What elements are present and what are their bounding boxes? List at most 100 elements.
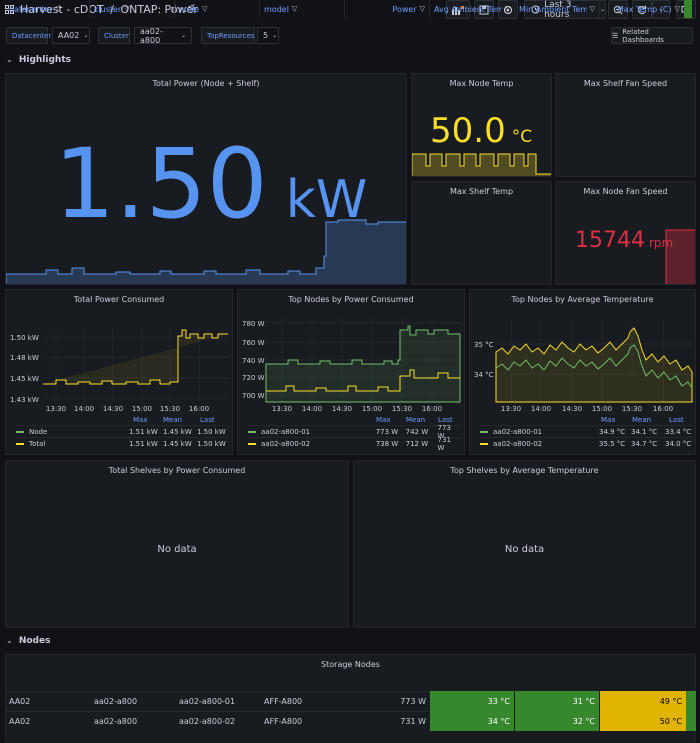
graph-top-nodes-temp: 35 °C 34 °C 13:30 14:00 14:30 15:00 15:3…	[474, 320, 693, 413]
column-header-max-temp[interactable]: Max Temp (C) ▽	[600, 0, 696, 18]
legend-header-last[interactable]: Last	[669, 416, 684, 424]
y-tick: 34 °C	[474, 371, 494, 379]
panel-max-shelf-fan-speed[interactable]: Max Shelf Fan Speed	[555, 73, 696, 177]
legend-header-last[interactable]: Last	[200, 416, 215, 424]
panel-top-nodes-temp[interactable]: Top Nodes by Average Temperature 35 °C 3…	[469, 289, 696, 455]
legend-row[interactable]: Node 1.51 kW 1.45 kW 1.50 kW	[16, 425, 228, 437]
legend-max: 738 W	[375, 439, 399, 448]
row-title: Highlights	[18, 55, 71, 65]
row-header-nodes[interactable]: ⌄ Nodes	[6, 636, 50, 646]
menu-icon: ☰	[612, 31, 619, 40]
y-tick: 35 °C	[474, 341, 494, 349]
variable-select-datacenter[interactable]: AA02 ⌄	[52, 27, 90, 44]
legend-mean: 34.1 °C	[631, 427, 658, 436]
row-header-highlights[interactable]: ⌄ Highlights	[6, 55, 71, 65]
x-tick: 15:00	[592, 405, 612, 413]
column-header-model[interactable]: model ▽	[260, 0, 345, 18]
panel-max-node-fan-speed[interactable]: Max Node Fan Speed 15744 rpm	[555, 181, 696, 285]
column-label: Max Temp (C)	[616, 4, 672, 14]
column-label: Min Ambient Temp	[519, 4, 587, 14]
legend-header-mean[interactable]: Mean	[632, 416, 651, 424]
column-label: Power	[392, 4, 417, 14]
cell-model: AFF-A800	[264, 696, 303, 706]
x-tick: 14:00	[531, 405, 551, 413]
related-dashboards-button[interactable]: ☰ Related Dashboards	[611, 27, 693, 44]
cell-model: AFF-A800	[264, 716, 303, 726]
column-header-cluster[interactable]: cluster ▽	[90, 0, 175, 18]
legend-header-mean[interactable]: Mean	[406, 416, 425, 424]
y-tick: 740 W	[242, 357, 265, 365]
x-tick: 14:00	[74, 405, 94, 413]
panel-top-nodes-power[interactable]: Top Nodes by Power Consumed 780 W 760 W …	[237, 289, 465, 455]
panel-title: Storage Nodes	[321, 660, 380, 669]
legend-header-max[interactable]: Max	[376, 416, 390, 424]
x-tick: 14:30	[332, 405, 352, 413]
filter-icon[interactable]: ▽	[590, 5, 595, 13]
panel-shelves-power[interactable]: Total Shelves by Power Consumed No data	[5, 460, 349, 628]
legend-swatch	[480, 430, 488, 433]
column-header-min-ambient-temp[interactable]: Min Ambient Temp ▽	[515, 0, 600, 18]
legend-last: 731 W	[437, 435, 451, 452]
variable-select-topresources[interactable]: 5 ⌄	[257, 27, 279, 44]
cell-node: aa02-a800-02	[179, 716, 236, 726]
legend-table: Max Mean Last aa02-a800-01 773 W 742 W 7…	[248, 416, 460, 452]
cell-min-ambient-temp: 32 °C	[515, 711, 599, 731]
legend-row[interactable]: aa02-a800-02 35.5 °C 34.7 °C 34.0 °C	[480, 437, 692, 449]
legend-row[interactable]: aa02-a800-01 773 W 742 W 773 W	[248, 424, 460, 440]
cell-cluster: aa02-a800	[94, 716, 138, 726]
filter-icon[interactable]: ▽	[420, 5, 425, 13]
variable-value: 5	[263, 31, 269, 40]
legend-max: 35.5 °C	[599, 439, 626, 448]
legend-row[interactable]: aa02-a800-01 34.9 °C 34.1 °C 33.4 °C	[480, 425, 692, 437]
panel-total-power-consumed[interactable]: Total Power Consumed 1.50 kW 1.48 kW 1.4…	[5, 289, 233, 455]
legend-row[interactable]: Total 1.51 kW 1.45 kW 1.50 kW	[16, 437, 228, 449]
legend-swatch	[16, 442, 24, 445]
cell-datacenter: AA02	[9, 716, 31, 726]
legend-table: Max Mean Last aa02-a800-01 34.9 °C 34.1 …	[480, 416, 692, 452]
panel-total-power[interactable]: Total Power (Node + Shelf) 1.50 kW	[5, 73, 407, 285]
legend-header-max[interactable]: Max	[601, 416, 615, 424]
x-tick: 14:00	[302, 405, 322, 413]
legend-row[interactable]: aa02-a800-02 738 W 712 W 731 W	[248, 435, 460, 452]
filter-icon[interactable]: ▽	[675, 5, 680, 13]
graph-total-power-consumed: 1.50 kW 1.48 kW 1.45 kW 1.43 kW 13:30 14…	[10, 328, 228, 413]
variable-label-topresources: TopResources	[201, 27, 255, 44]
legend-header-mean[interactable]: Mean	[163, 416, 182, 424]
column-label: model	[264, 4, 289, 14]
column-label: cluster	[94, 4, 122, 14]
graph-top-nodes-power: 780 W 760 W 740 W 720 W 700 W 13:30 14:0…	[242, 318, 461, 413]
stat-value-max-node-temp: 50.0 °C	[430, 114, 532, 148]
column-label: node	[179, 4, 199, 14]
legend-series-name: aa02-a800-01	[260, 427, 311, 436]
column-header-node[interactable]: node ▽	[175, 0, 260, 18]
variable-value: AA02	[58, 31, 80, 40]
cell-cluster: aa02-a800	[94, 696, 138, 706]
x-tick: 14:30	[562, 405, 582, 413]
chevron-down-icon: ⌄	[180, 32, 186, 39]
panel-shelves-temp[interactable]: Top Shelves by Average Temperature No da…	[353, 460, 696, 628]
filter-icon[interactable]: ▽	[56, 5, 61, 13]
filter-icon[interactable]: ▽	[505, 5, 510, 13]
legend-swatch	[16, 430, 24, 433]
legend-last: 1.50 kW	[197, 439, 226, 448]
x-tick: 13:30	[272, 405, 292, 413]
cell-avg-ambient-temp: 33 °C	[430, 691, 514, 711]
panel-max-shelf-temp[interactable]: Max Shelf Temp	[411, 181, 552, 285]
filter-icon[interactable]: ▽	[202, 5, 207, 13]
y-tick: 1.50 kW	[10, 334, 39, 342]
column-header-avg-ambient-temp[interactable]: Avg Ambient Temp ▽	[430, 0, 515, 18]
column-color-strip	[684, 0, 692, 18]
row-title: Nodes	[18, 636, 51, 646]
variable-select-cluster[interactable]: aa02-a800 ⌄	[134, 27, 192, 45]
legend-mean: 742 W	[405, 427, 429, 436]
legend-header-max[interactable]: Max	[133, 416, 147, 424]
panel-max-node-temp[interactable]: Max Node Temp 50.0 °C	[411, 73, 552, 177]
row-color-strip	[686, 711, 696, 731]
filter-icon[interactable]: ▽	[124, 5, 129, 13]
column-header-datacenter[interactable]: datacenter ▽	[5, 0, 90, 18]
legend-series-name: aa02-a800-02	[260, 439, 311, 448]
filter-icon[interactable]: ▽	[292, 5, 297, 13]
stat-unit: °C	[511, 127, 533, 147]
x-tick: 15:00	[132, 405, 152, 413]
column-header-power[interactable]: Power ▽	[345, 0, 430, 18]
